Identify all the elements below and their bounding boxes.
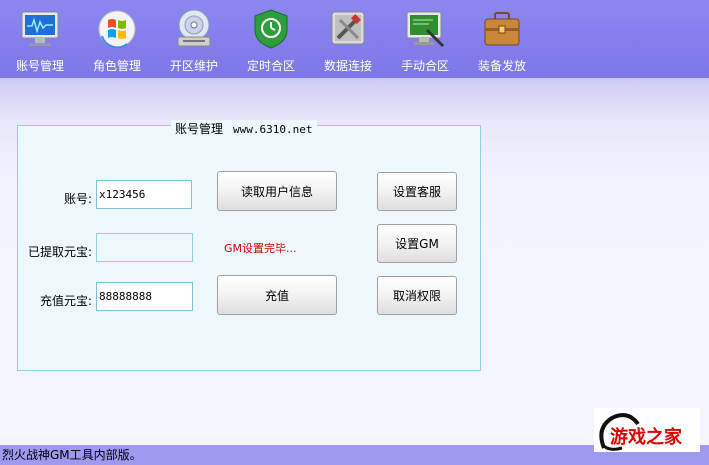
toolbar-label: 定时合区 <box>246 59 295 73</box>
cancel-permission-button[interactable]: 取消权限 <box>377 276 457 315</box>
extracted-ingot-field <box>96 233 193 262</box>
group-url: www.6310.net <box>233 123 313 136</box>
read-user-info-button[interactable]: 读取用户信息 <box>217 171 337 211</box>
recharge-button[interactable]: 充值 <box>217 275 337 315</box>
site-logo: 游戏之家 <box>594 408 700 452</box>
set-gm-button[interactable]: 设置GM <box>377 224 457 263</box>
main-toolbar: 账号管理 角色管理 开区维护 定时合区 数据连接 手动合区 装备发放 <box>0 0 709 78</box>
briefcase-icon <box>484 12 520 46</box>
account-input[interactable] <box>96 180 192 209</box>
toolbar-role-management[interactable]: 角色管理 <box>79 0 155 78</box>
set-customer-service-button[interactable]: 设置客服 <box>377 172 457 211</box>
group-title: 账号管理 www.6310.net <box>171 120 317 137</box>
toolbar-label: 数据连接 <box>323 59 372 73</box>
toolbar-manual-merge[interactable]: 手动合区 <box>387 0 463 78</box>
toolbar-label: 装备发放 <box>477 59 526 73</box>
windows-logo-icon <box>98 10 136 49</box>
recharge-ingot-input[interactable] <box>96 282 193 311</box>
toolbar-data-connection[interactable]: 数据连接 <box>310 0 386 78</box>
cd-drive-icon <box>177 9 211 47</box>
toolbar-equipment-distribution[interactable]: 装备发放 <box>464 0 540 78</box>
account-label: 账号: <box>63 192 92 206</box>
monitor-icon <box>21 11 59 46</box>
toolbar-label: 手动合区 <box>400 59 449 73</box>
extracted-ingot-label: 已提取元宝: <box>27 245 92 259</box>
toolbar-account-management[interactable]: 账号管理 <box>2 0 78 78</box>
toolbar-label: 账号管理 <box>15 59 64 73</box>
shield-icon <box>254 9 288 49</box>
group-title-text: 账号管理 <box>175 122 224 136</box>
logo-text: 游戏之家 <box>610 427 682 448</box>
toolbar-label: 角色管理 <box>92 59 141 73</box>
monitor-pen-icon <box>406 11 445 48</box>
recharge-ingot-label: 充值元宝: <box>39 294 92 308</box>
status-bar-text: 烈火战神GM工具内部版。 <box>2 448 142 462</box>
toolbar-label: 开区维护 <box>169 59 218 73</box>
status-message: GM设置完毕... <box>224 242 297 255</box>
toolbar-scheduled-merge[interactable]: 定时合区 <box>233 0 309 78</box>
tools-icon <box>331 11 365 45</box>
toolbar-server-maintenance[interactable]: 开区维护 <box>156 0 232 78</box>
